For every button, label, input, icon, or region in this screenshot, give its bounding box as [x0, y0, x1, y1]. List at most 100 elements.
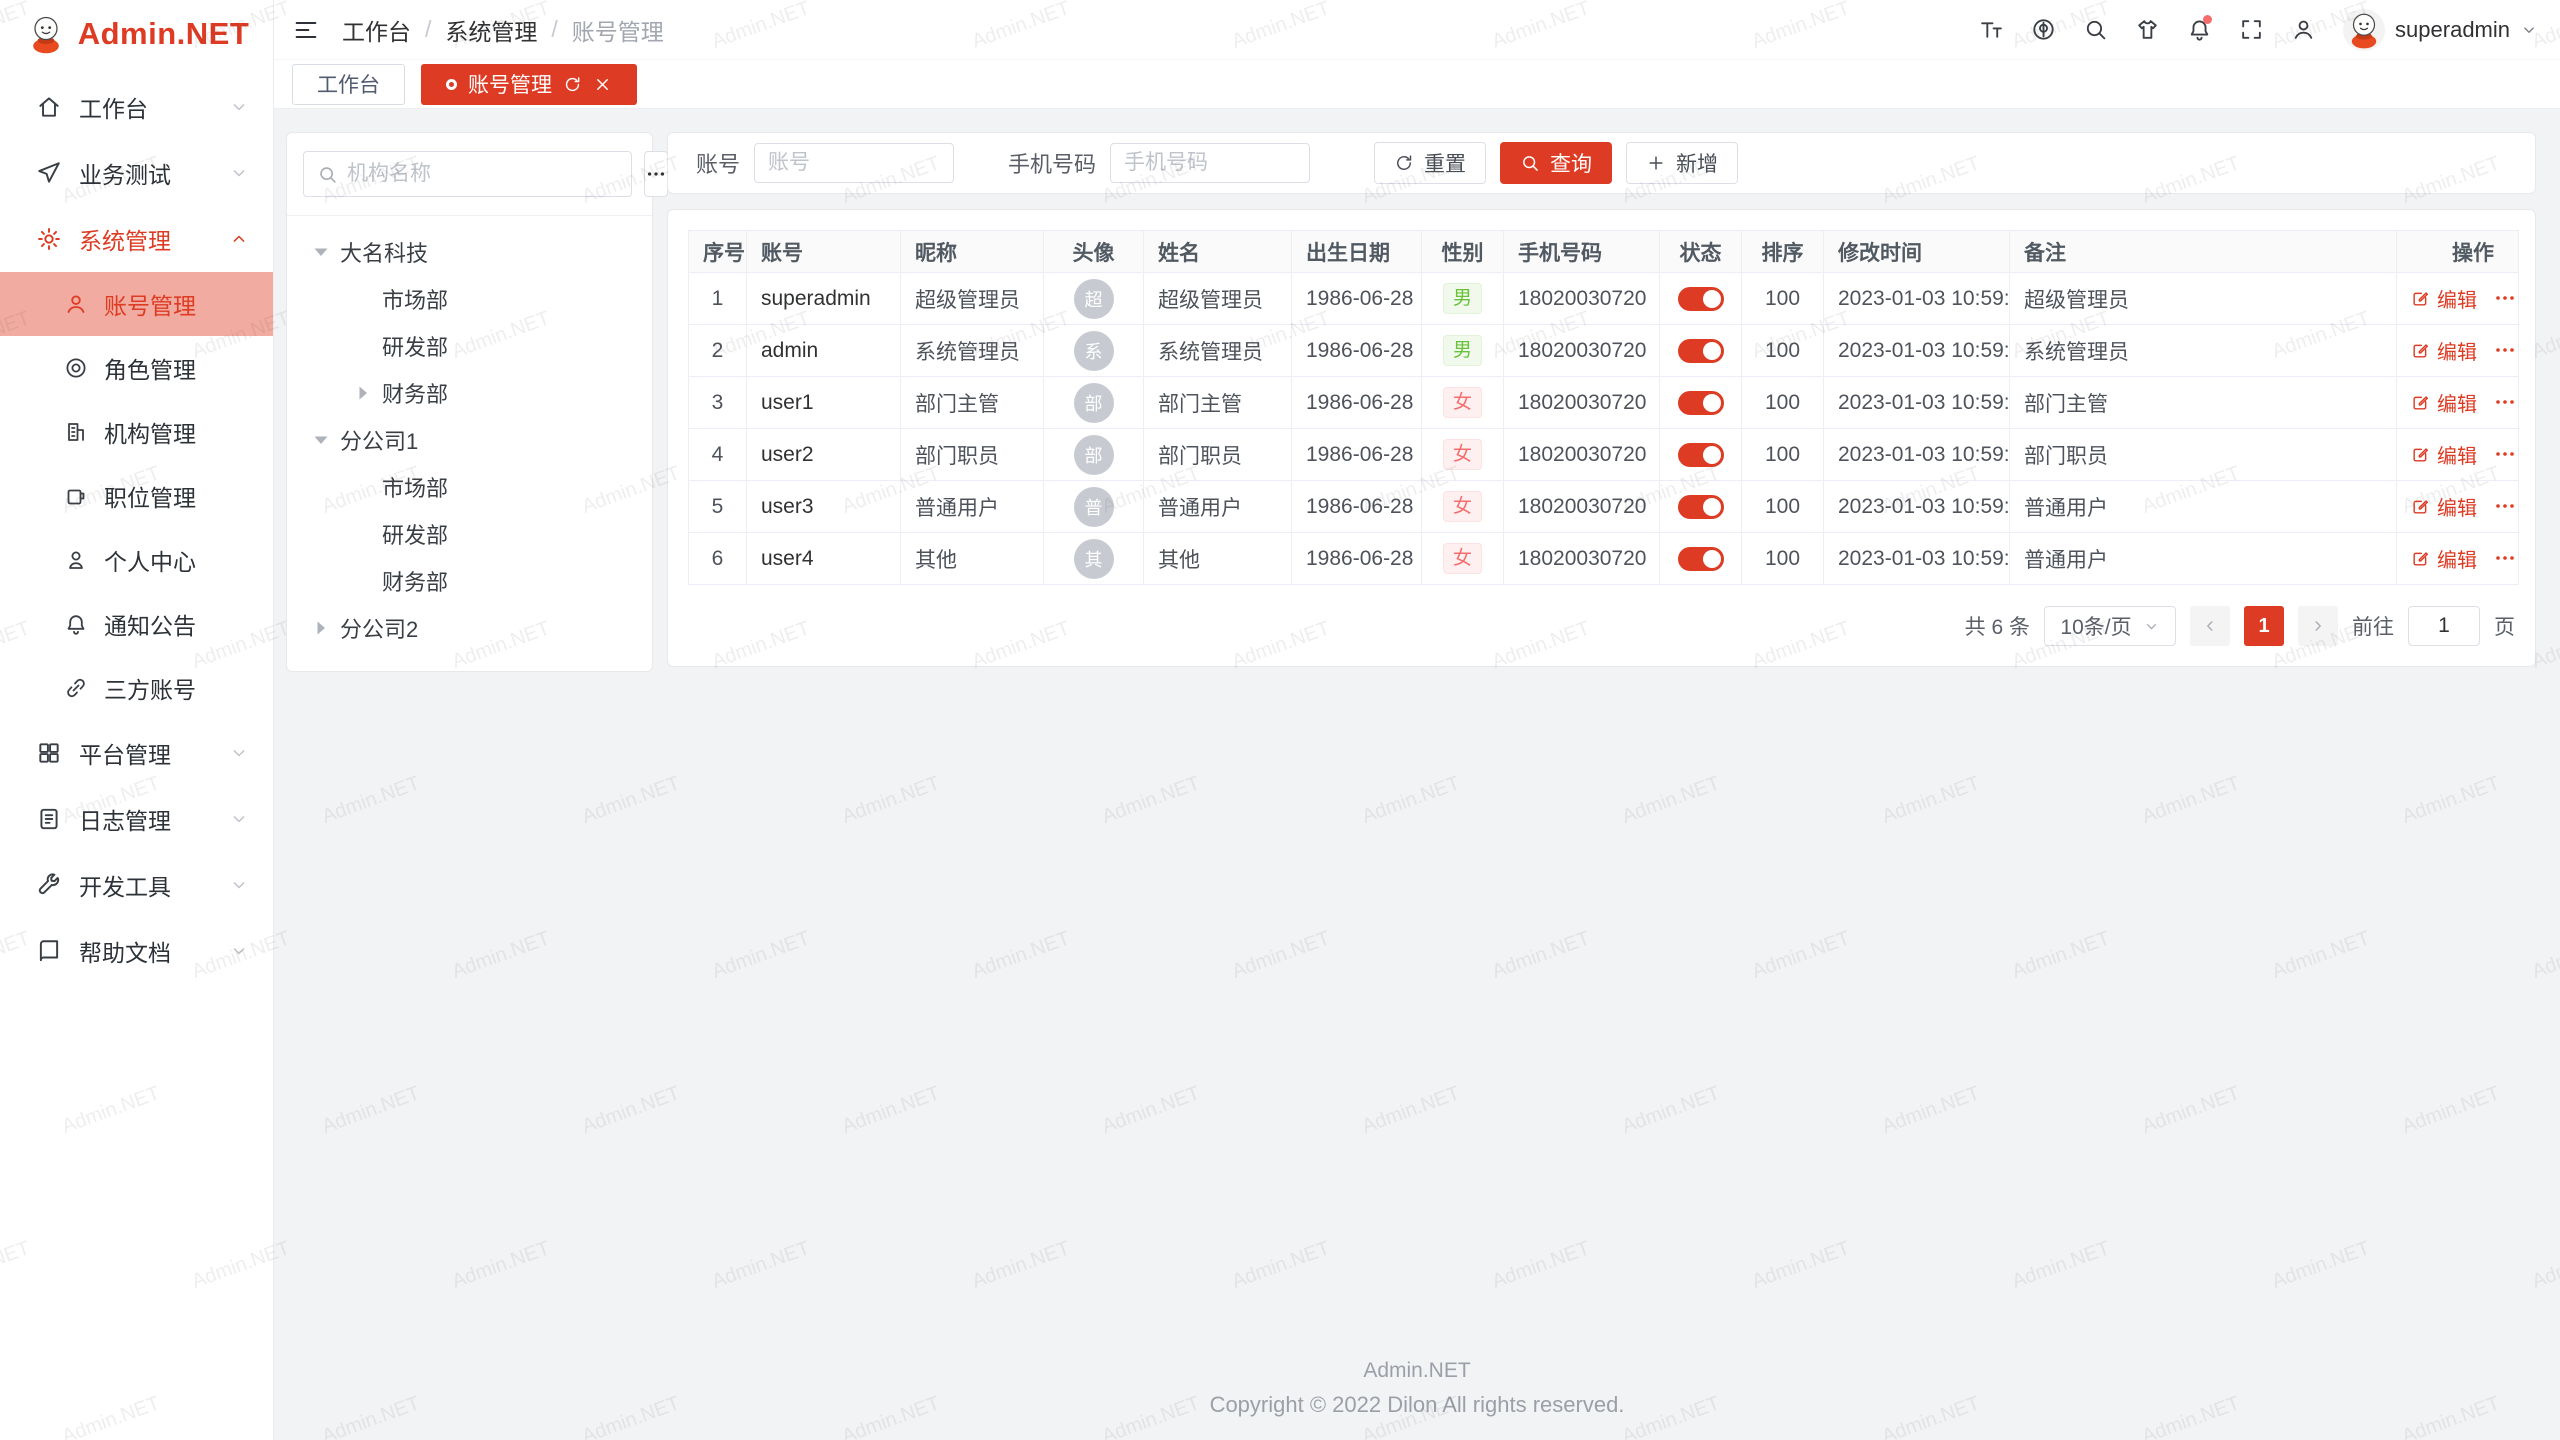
status-toggle[interactable] [1678, 391, 1724, 415]
caret-right-icon[interactable] [351, 381, 375, 405]
sidebar-subitem-通知公告[interactable]: 通知公告 [0, 592, 273, 656]
breadcrumb-item[interactable]: 系统管理 [445, 13, 537, 47]
edit-label: 编辑 [2437, 336, 2477, 365]
edit-button[interactable]: 编辑 [2411, 544, 2477, 573]
sidebar-item-平台管理[interactable]: 平台管理 [0, 720, 273, 786]
sidebar-subitem-三方账号[interactable]: 三方账号 [0, 656, 273, 720]
refresh-icon[interactable] [563, 75, 582, 94]
theme-icon[interactable] [2127, 10, 2167, 50]
notification-bell-icon[interactable] [2179, 10, 2219, 50]
edit-button[interactable]: 编辑 [2411, 284, 2477, 313]
tab-工作台[interactable]: 工作台 [292, 64, 405, 105]
status-toggle[interactable] [1678, 495, 1724, 519]
search-glyph [2083, 17, 2108, 42]
reset-label: 重置 [1424, 148, 1466, 178]
current-page-button[interactable]: 1 [2244, 606, 2284, 646]
goto-page-input[interactable] [2408, 606, 2480, 646]
tab-label: 工作台 [317, 69, 380, 99]
cell-index: 3 [689, 377, 747, 429]
tree-node-分公司2[interactable]: 分公司2 [303, 604, 636, 651]
link-icon [64, 676, 88, 700]
cell-account: user2 [747, 429, 901, 481]
status-toggle[interactable] [1678, 443, 1724, 467]
gear-icon [36, 226, 62, 252]
cell-gender: 女 [1422, 429, 1504, 481]
edit-button[interactable]: 编辑 [2411, 388, 2477, 417]
page-size-select[interactable]: 10条/页 [2044, 606, 2176, 646]
status-toggle[interactable] [1678, 287, 1724, 311]
next-page-button[interactable] [2298, 606, 2338, 646]
status-toggle[interactable] [1678, 547, 1724, 571]
sidebar-item-业务测试[interactable]: 业务测试 [0, 140, 273, 206]
prev-page-button[interactable] [2190, 606, 2230, 646]
breadcrumb-item[interactable]: 工作台 [342, 13, 411, 47]
user-menu[interactable]: superadmin [2343, 9, 2538, 51]
sidebar-subitem-个人中心[interactable]: 个人中心 [0, 528, 273, 592]
search-icon[interactable] [2075, 10, 2115, 50]
caret-right-icon[interactable] [309, 616, 333, 640]
org-name-input[interactable] [347, 162, 618, 186]
query-button[interactable]: 查询 [1500, 142, 1612, 184]
caret-down-icon[interactable] [309, 428, 333, 452]
add-button[interactable]: 新增 [1626, 142, 1738, 184]
more-actions-icon[interactable] [2493, 286, 2517, 310]
more-actions-icon[interactable] [2493, 546, 2517, 570]
user-icon[interactable] [2283, 10, 2323, 50]
column-header-出生日期: 出生日期 [1292, 231, 1422, 273]
caret-down-icon[interactable] [309, 240, 333, 264]
sidebar-item-帮助文档[interactable]: 帮助文档 [0, 918, 273, 984]
phone-input[interactable] [1110, 143, 1310, 183]
sidebar-item-label: 系统管理 [79, 222, 171, 256]
edit-button[interactable]: 编辑 [2411, 492, 2477, 521]
cell-account: user1 [747, 377, 901, 429]
tree-node-分公司1[interactable]: 分公司1 [303, 416, 636, 463]
tree-node-市场部[interactable]: 市场部 [303, 275, 636, 322]
sidebar-subitem-账号管理[interactable]: 账号管理 [0, 272, 273, 336]
divider [287, 215, 652, 216]
more-actions-icon[interactable] [2493, 442, 2517, 466]
reset-button[interactable]: 重置 [1374, 142, 1486, 184]
row-actions: 编辑 [2411, 440, 2517, 469]
tree-node-研发部[interactable]: 研发部 [303, 510, 636, 557]
sidebar-subitem-角色管理[interactable]: 角色管理 [0, 336, 273, 400]
cell-gender: 女 [1422, 377, 1504, 429]
sidebar-item-工作台[interactable]: 工作台 [0, 74, 273, 140]
cell-index: 6 [689, 533, 747, 585]
cell-avatar: 超 [1044, 273, 1144, 325]
tree-node-大名科技[interactable]: 大名科技 [303, 228, 636, 275]
tab-账号管理[interactable]: 账号管理 [421, 64, 637, 105]
breadcrumb-item: 账号管理 [572, 13, 664, 47]
edit-button[interactable]: 编辑 [2411, 336, 2477, 365]
sidebar-subitem-label: 通知公告 [104, 607, 196, 641]
tree-node-研发部[interactable]: 研发部 [303, 322, 636, 369]
org-more-button[interactable] [644, 151, 668, 197]
position-icon [64, 484, 88, 508]
font-size-icon[interactable] [1971, 10, 2011, 50]
tree-node-市场部[interactable]: 市场部 [303, 463, 636, 510]
chevron-right-icon [2309, 617, 2327, 635]
sidebar-subitem-机构管理[interactable]: 机构管理 [0, 400, 273, 464]
sidebar-item-日志管理[interactable]: 日志管理 [0, 786, 273, 852]
tree-node-财务部[interactable]: 财务部 [303, 557, 636, 604]
platform-icon [36, 740, 62, 766]
language-icon[interactable] [2023, 10, 2063, 50]
edit-button[interactable]: 编辑 [2411, 440, 2477, 469]
account-input[interactable] [754, 143, 954, 183]
status-toggle[interactable] [1678, 339, 1724, 363]
search-icon [1520, 153, 1540, 173]
sidebar-subitem-label: 账号管理 [104, 287, 196, 321]
sidebar-subitem-职位管理[interactable]: 职位管理 [0, 464, 273, 528]
cell-sort: 100 [1742, 325, 1824, 377]
fullscreen-icon[interactable] [2231, 10, 2271, 50]
more-actions-icon[interactable] [2493, 338, 2517, 362]
cell-index: 4 [689, 429, 747, 481]
app-logo[interactable]: Admin.NET [0, 0, 273, 62]
edit-icon [2411, 445, 2430, 464]
more-actions-icon[interactable] [2493, 494, 2517, 518]
close-icon[interactable] [593, 75, 612, 94]
more-actions-icon[interactable] [2493, 390, 2517, 414]
sidebar-item-开发工具[interactable]: 开发工具 [0, 852, 273, 918]
sidebar-item-系统管理[interactable]: 系统管理 [0, 206, 273, 272]
tree-node-财务部[interactable]: 财务部 [303, 369, 636, 416]
menu-fold-icon[interactable] [292, 16, 320, 44]
